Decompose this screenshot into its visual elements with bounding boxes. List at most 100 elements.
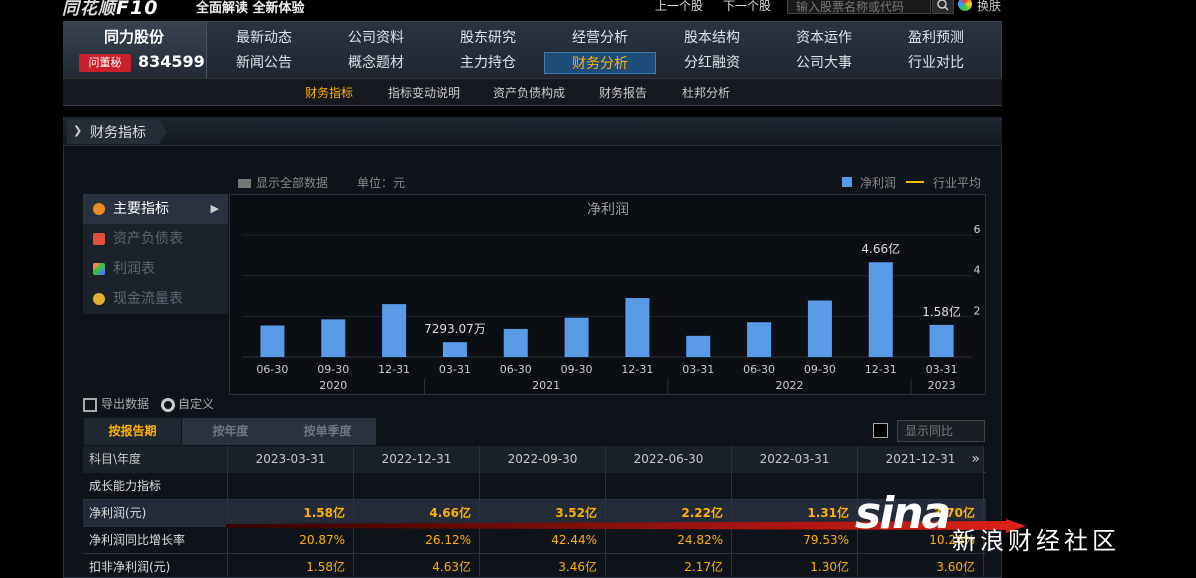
skin-link[interactable]: 换肤 (977, 0, 1001, 14)
yoy-checkbox[interactable] (873, 423, 888, 438)
side-item-main-indicators[interactable]: 主要指标 ▶ (83, 194, 228, 224)
tab-by-report-period[interactable]: 按报告期 (84, 418, 181, 445)
stock-name: 同力股份 (104, 28, 165, 46)
column-header[interactable]: 2022-03-31 (732, 446, 858, 473)
table-cell: 2.17亿 (606, 554, 732, 578)
export-data-button[interactable]: 导出数据 (83, 395, 149, 412)
x-tick-label: 06-30 (256, 363, 288, 376)
nav-item-0-2[interactable]: 股东研究 (432, 27, 544, 49)
side-item-income-statement[interactable]: 利润表 (83, 254, 228, 284)
nav-item-0-1[interactable]: 公司资料 (320, 27, 432, 49)
coins-icon (93, 293, 105, 305)
side-item-cash-flow[interactable]: 现金流量表 (83, 284, 228, 314)
tab-by-year[interactable]: 按年度 (182, 418, 279, 445)
legend-swatch-net-profit (842, 177, 852, 187)
customize-button[interactable]: 自定义 (161, 395, 214, 412)
nav-item-0-3[interactable]: 经营分析 (544, 27, 656, 49)
table-cell: 3.60亿 (858, 554, 984, 578)
show-all-data-button[interactable]: 显示全部数据 (238, 174, 328, 191)
x-tick-label: 12-31 (621, 363, 653, 376)
column-header[interactable]: 2023-03-31 (228, 446, 354, 473)
nav-item-1-4[interactable]: 分红融资 (656, 52, 768, 74)
y-tick-label: 6 (974, 223, 981, 236)
year-label: 2022 (776, 379, 804, 392)
legend-industry-avg: 行业平均 (933, 176, 982, 190)
x-tick-label: 09-30 (804, 363, 836, 376)
table-corner-label: 科目\年度 (83, 446, 228, 473)
table-cell: 3.46亿 (480, 554, 606, 578)
document-icon (93, 233, 105, 245)
nav-item-1-3[interactable]: 财务分析 (544, 52, 656, 74)
column-header[interactable]: 2022-12-31 (354, 446, 480, 473)
row-label: 扣非净利润(元) (83, 554, 228, 578)
chart-svg: 净利润 2 4 6 06-30 09-30 12-31 03-31 7293.07万 06-30 0… (242, 202, 981, 394)
x-tick-label: 06-30 (743, 363, 775, 376)
comment-icon (238, 179, 251, 188)
row-label: 成长能力指标 (83, 473, 228, 500)
y-tick-label: 2 (974, 304, 981, 317)
legend-net-profit: 净利润 (860, 176, 897, 190)
show-yoy-toggle[interactable]: 显示同比 (897, 420, 985, 442)
x-tick-label: 03-31 (439, 363, 471, 376)
more-columns-icon[interactable]: » (971, 446, 980, 473)
subnav-item-3[interactable]: 财务报告 (599, 84, 647, 101)
year-label: 2021 (532, 379, 560, 392)
net-profit-chart: 净利润 2 4 6 06-30 09-30 12-31 03-31 7293.07万 06-30 0… (229, 194, 986, 395)
y-tick-label: 4 (974, 264, 981, 277)
watermark-text: 新浪财经社区 (952, 527, 1120, 555)
cube-icon (93, 263, 105, 275)
subnav-item-0[interactable]: 财务指标 (305, 84, 353, 101)
x-tick-label: 09-30 (317, 363, 349, 376)
nav-item-1-5[interactable]: 公司大事 (768, 52, 880, 74)
bar-6 (625, 298, 650, 357)
table-cell (732, 473, 858, 500)
year-label: 2023 (928, 379, 956, 392)
nav-item-1-6[interactable]: 行业对比 (880, 52, 992, 74)
subnav-item-4[interactable]: 杜邦分析 (682, 84, 730, 101)
subnav-item-2[interactable]: 资产负债构成 (493, 84, 565, 101)
nav-item-0-6[interactable]: 盈利预测 (880, 27, 992, 49)
table-row: 成长能力指标 (83, 473, 986, 500)
nav-item-1-0[interactable]: 新闻公告 (208, 52, 320, 74)
bar-4 (503, 328, 528, 357)
stock-code: 834599 (138, 52, 205, 71)
prev-stock-link[interactable]: 上一个股 (655, 0, 703, 14)
nav-item-0-4[interactable]: 股本结构 (656, 27, 768, 49)
table-cell (606, 473, 732, 500)
table-header-row: 科目\年度 2023-03-31 2022-12-31 2022-09-30 2022-… (83, 446, 986, 473)
bar-1 (321, 319, 346, 357)
chart-title: 净利润 (587, 202, 629, 218)
nav-item-0-0[interactable]: 最新动态 (208, 27, 320, 49)
nav-item-1-1[interactable]: 概念题材 (320, 52, 432, 74)
nav-item-1-2[interactable]: 主力持仓 (432, 52, 544, 74)
top-bar (0, 0, 1196, 16)
panel-title: 财务指标 (90, 125, 146, 141)
tab-by-quarter[interactable]: 按单季度 (279, 418, 376, 445)
column-header[interactable]: 2022-06-30 (606, 446, 732, 473)
x-tick-label: 12-31 (378, 363, 410, 376)
x-tick-label: 03-31 (926, 363, 958, 376)
search-button[interactable] (932, 0, 954, 14)
gear-icon (93, 203, 105, 215)
column-header[interactable]: 2021-12-31 (858, 446, 984, 473)
panel-header (63, 117, 1002, 146)
bar-3 (442, 342, 467, 357)
x-tick-label: 09-30 (561, 363, 593, 376)
column-header[interactable]: 2022-09-30 (480, 446, 606, 473)
ask-secretary-button[interactable]: 问董秘 (79, 54, 131, 72)
subnav-item-1[interactable]: 指标变动说明 (388, 84, 460, 101)
table-cell (228, 473, 354, 500)
side-item-balance-sheet[interactable]: 资产负债表 (83, 224, 228, 254)
data-label: 4.66亿 (861, 241, 900, 256)
data-label: 1.58亿 (922, 304, 961, 319)
bar-2 (382, 304, 407, 357)
nav-item-0-5[interactable]: 资本运作 (768, 27, 880, 49)
bar-10 (868, 262, 893, 357)
row-label: 净利润同比增长率 (83, 527, 228, 554)
table-cell (480, 473, 606, 500)
bar-8 (747, 322, 772, 357)
bar-9 (807, 300, 832, 357)
search-input[interactable]: 输入股票名称或代码 (787, 0, 931, 14)
x-tick-label: 03-31 (682, 363, 714, 376)
next-stock-link[interactable]: 下一个股 (723, 0, 771, 14)
